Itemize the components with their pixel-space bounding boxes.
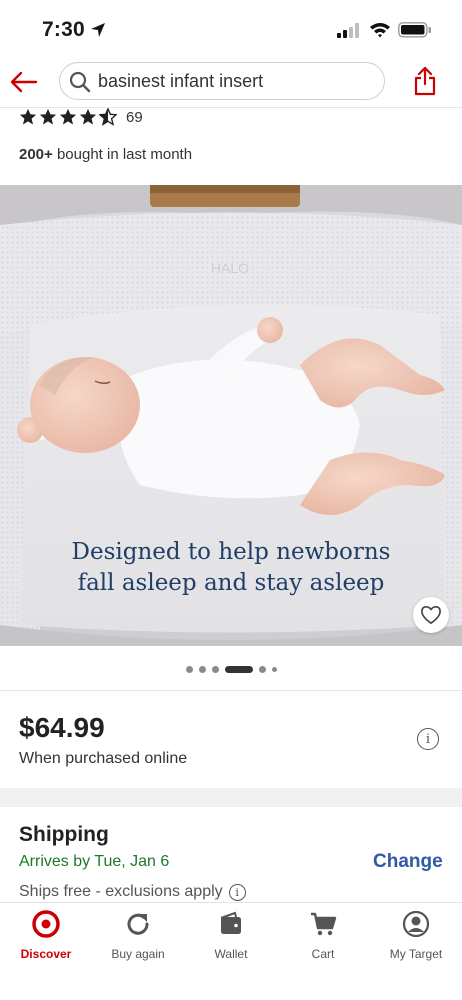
half-star-icon <box>99 108 117 126</box>
cellular-signal-icon <box>337 23 359 38</box>
rating-row[interactable]: 69 <box>19 106 143 128</box>
cart-icon <box>311 912 337 936</box>
nav-buy-again[interactable]: Buy again <box>92 909 184 969</box>
star-icon <box>79 108 97 125</box>
carousel-indicator[interactable] <box>0 664 462 674</box>
hero-caption: Designed to help newborns fall asleep an… <box>0 537 462 599</box>
nav-cart[interactable]: Cart <box>277 909 369 969</box>
shipping-free-note: Ships free - exclusions apply i <box>19 883 246 901</box>
status-time: 7:30 <box>42 18 85 41</box>
nav-my-target[interactable]: My Target <box>370 909 462 969</box>
brand-watermark: HALO <box>211 260 249 276</box>
shipping-title: Shipping <box>19 823 109 846</box>
star-icon <box>39 108 57 125</box>
info-icon: i <box>425 731 431 747</box>
nav-cart-label: Cart <box>311 947 335 961</box>
bottom-nav: Discover Buy again Wallet Cart My Target <box>0 902 462 1000</box>
location-arrow-icon <box>91 23 105 37</box>
header-bar: basinest infant insert <box>0 58 462 108</box>
hero-caption-line1: Designed to help newborns <box>71 539 391 565</box>
share-icon <box>414 66 436 96</box>
nav-wallet[interactable]: Wallet <box>185 909 277 969</box>
info-icon[interactable]: i <box>228 883 246 901</box>
section-separator <box>0 788 462 807</box>
star-icon <box>59 108 77 125</box>
star-icon <box>19 108 37 125</box>
nav-discover-label: Discover <box>20 947 72 961</box>
nav-discover[interactable]: Discover <box>0 909 92 969</box>
favorite-button[interactable] <box>413 597 449 633</box>
refresh-icon <box>127 913 149 935</box>
search-query: basinest infant insert <box>98 71 264 91</box>
carousel-dot[interactable] <box>198 665 206 673</box>
carousel-dot-active[interactable] <box>224 665 253 673</box>
wifi-icon <box>370 23 390 38</box>
bought-recently: 200+ bought in last month <box>19 146 192 163</box>
battery-icon <box>398 22 431 38</box>
share-button[interactable] <box>408 62 442 100</box>
status-bar: 7:30 <box>0 0 462 58</box>
carousel-dot[interactable] <box>185 665 193 673</box>
nav-my-target-label: My Target <box>389 947 443 961</box>
shipping-arrival: Arrives by Tue, Jan 6 <box>19 853 170 870</box>
nav-buy-again-label: Buy again <box>111 947 165 961</box>
divider <box>0 690 462 691</box>
search-icon <box>69 71 91 93</box>
bought-count: 200+ <box>19 146 53 163</box>
hero-caption-line2: fall asleep and stay asleep <box>77 570 385 596</box>
bought-label: bought in last month <box>52 146 193 163</box>
arrow-left-icon <box>10 71 38 93</box>
price-info-button[interactable]: i <box>417 728 439 750</box>
price-subtitle: When purchased online <box>19 750 188 767</box>
change-shipping-button[interactable]: Change <box>373 851 443 873</box>
carousel-dot[interactable] <box>258 665 266 673</box>
carousel-dot[interactable] <box>211 665 219 673</box>
nav-wallet-label: Wallet <box>214 947 248 961</box>
wallet-icon <box>220 911 241 934</box>
product-image[interactable]: HALO Designed to help newborns fall asle… <box>0 185 462 646</box>
rating-count: 69 <box>126 108 143 126</box>
search-input[interactable]: basinest infant insert <box>59 62 385 100</box>
back-button[interactable] <box>6 64 42 100</box>
user-icon <box>402 910 430 938</box>
heart-icon <box>421 606 441 624</box>
star-rating <box>19 108 117 126</box>
target-bullseye-icon <box>32 910 60 938</box>
product-price: $64.99 <box>19 712 105 743</box>
shipping-free-text: Ships free - exclusions apply <box>19 883 223 900</box>
carousel-dot[interactable] <box>271 666 277 672</box>
